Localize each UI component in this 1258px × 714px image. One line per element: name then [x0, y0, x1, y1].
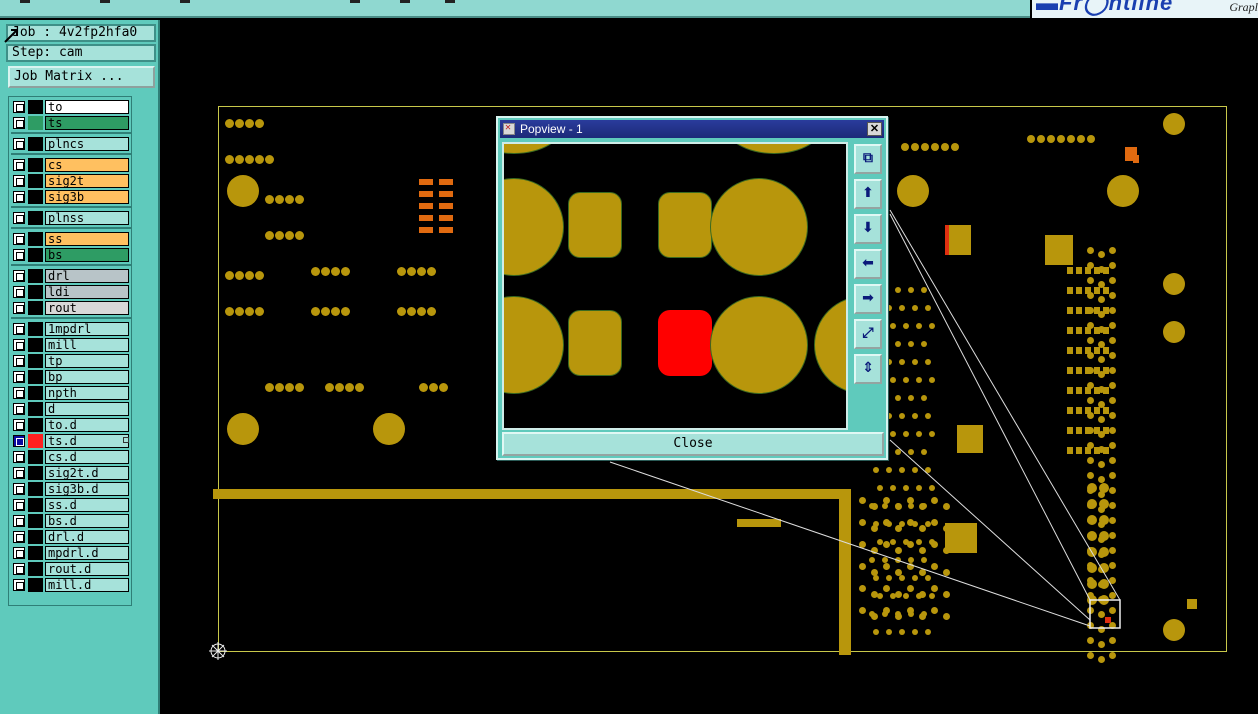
smd-pad [568, 310, 622, 376]
window-app-icon [503, 122, 515, 135]
pan-right-icon[interactable]: ➡ [854, 284, 882, 314]
smd-pad [658, 192, 712, 258]
pan-left-icon[interactable]: ⬅ [854, 249, 882, 279]
zoom-fit-icon[interactable]: ⧉ [854, 144, 882, 174]
zoom-line [889, 439, 1091, 621]
pad [504, 144, 564, 154]
popview-title: Popview - 1 [520, 122, 583, 136]
pad [504, 296, 564, 394]
pad [814, 296, 846, 394]
highlighted-pad [658, 310, 712, 376]
pad [504, 178, 564, 276]
popview-canvas[interactable] [502, 142, 848, 430]
pad [710, 178, 808, 276]
zoom-line [889, 213, 1091, 601]
zoom-in-icon[interactable]: ⤢ [854, 319, 882, 349]
popview-window[interactable]: Popview - 1 ✕ ⧉ ⬆ ⬇ ⬅ ➡ ⤢ ⇕ Close [496, 116, 888, 460]
zoom-line [889, 209, 1121, 601]
pan-up-icon[interactable]: ⬆ [854, 179, 882, 209]
origin-marker-icon [209, 642, 227, 660]
zoom-line [609, 461, 1091, 627]
popview-titlebar[interactable]: Popview - 1 ✕ [500, 120, 884, 138]
popview-toolbar: ⧉ ⬆ ⬇ ⬅ ➡ ⤢ ⇕ [852, 142, 884, 430]
pad [710, 296, 808, 394]
close-button[interactable]: Close [502, 432, 884, 456]
pad [724, 144, 824, 154]
smd-pad [568, 192, 622, 258]
zoom-out-icon[interactable]: ⇕ [854, 354, 882, 384]
zoom-box [1089, 599, 1121, 629]
close-icon[interactable]: ✕ [867, 122, 882, 136]
cursor-icon [4, 29, 18, 43]
pan-down-icon[interactable]: ⬇ [854, 214, 882, 244]
